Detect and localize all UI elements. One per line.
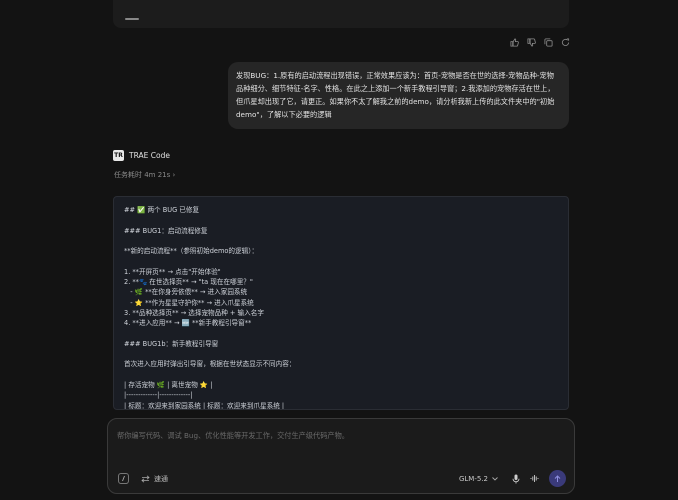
arrow-up-icon	[554, 474, 561, 482]
trae-logo-icon: TR	[113, 150, 124, 161]
code-line: 3. **品种选择页** → 选择宠物品种 + 输入名字	[124, 308, 264, 317]
previous-message	[113, 0, 569, 28]
code-line: | 标题：欢迎来到家园系统 | 标题：欢迎来到爪星系统 |	[124, 401, 285, 410]
assistant-header: TR TRAE Code	[113, 150, 170, 161]
send-button[interactable]	[549, 470, 566, 487]
model-label: GLM-5.2	[458, 474, 488, 483]
code-line: 1. **开屏页** → 点击"开始体验"	[124, 267, 221, 276]
code-line: ### BUG1b：新手教程引导窗	[124, 339, 219, 348]
thumbs-up-icon[interactable]	[510, 38, 519, 47]
mode-toggle-button[interactable]	[118, 473, 129, 484]
copy-icon[interactable]	[544, 38, 553, 47]
code-line: - ⭐ **作为星星守护你** → 进入爪星系统	[124, 298, 254, 307]
code-line: 4. **进入应用** → 🆕 **新手教程引导窗**	[124, 319, 252, 328]
divider	[125, 18, 139, 20]
microphone-icon[interactable]	[512, 474, 520, 484]
chat-window: 发现BUG：1.原有的启动流程出现错误，正常效果应该为：首页-宠物是否在世的选择…	[0, 0, 678, 500]
assistant-name: TRAE Code	[129, 151, 170, 160]
voice-wave-icon[interactable]	[530, 474, 539, 483]
code-block: ## ✅ 两个 BUG 已修复 ### BUG1：启动流程修复 **新的启动流程**…	[113, 196, 569, 410]
code-line: **新的启动流程**（参照初始demo的逻辑）：	[124, 247, 259, 256]
user-message: 发现BUG：1.原有的启动流程出现错误，正常效果应该为：首页-宠物是否在世的选择…	[228, 62, 569, 129]
code-lines: ## ✅ 两个 BUG 已修复 ### BUG1：启动流程修复 **新的启动流程**…	[124, 205, 558, 410]
code-line: 首次进入应用时弹出引导窗，根据在世状态显示不同内容：	[124, 360, 296, 369]
task-time-toggle[interactable]: 任务耗时 4m 21s ›	[114, 170, 175, 180]
speed-label: 速通	[154, 474, 168, 483]
code-line: |-------------|-------------|	[124, 391, 193, 400]
retry-icon[interactable]	[561, 38, 570, 47]
code-line: | 存活宠物 🌿 | 离世宠物 ⭐ |	[124, 381, 213, 390]
dual-arrow-icon	[141, 474, 150, 483]
composer-left-tools: 速通	[118, 473, 168, 484]
chevron-down-icon	[492, 476, 498, 481]
composer-right-tools: GLM-5.2	[459, 470, 566, 487]
code-line: ## ✅ 两个 BUG 已修复	[124, 206, 200, 214]
speed-toggle[interactable]: 速通	[141, 474, 168, 484]
composer: 速通 GLM-5.2	[107, 418, 575, 494]
code-line: ### BUG1：启动流程修复	[124, 226, 208, 235]
model-selector[interactable]: GLM-5.2	[459, 475, 498, 483]
thumbs-down-icon[interactable]	[527, 38, 536, 47]
code-line: - 🌿 **在你身旁依偎** → 进入家园系统	[124, 288, 248, 297]
message-actions	[510, 38, 570, 47]
code-line: 2. **🐾 在世选择页** → "ta 现在在哪里？"	[124, 278, 253, 287]
chat-input[interactable]	[117, 428, 557, 442]
